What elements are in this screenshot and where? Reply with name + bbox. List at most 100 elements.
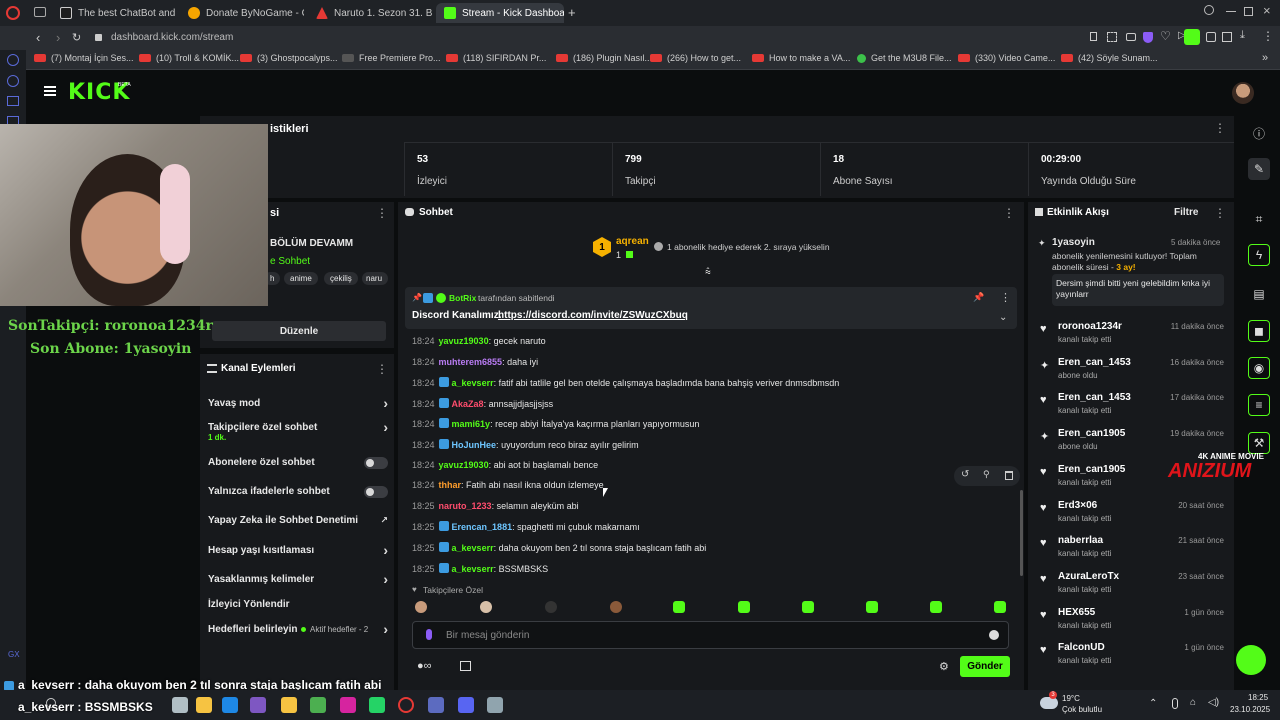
back-icon[interactable]: ‹ — [36, 30, 40, 45]
tab-naruto[interactable]: Naruto 1. Sezon 31. Bölüm — [308, 3, 432, 23]
channel-action-item[interactable]: Takipçilere özel sohbet 1 dk. › — [208, 419, 388, 442]
volume-icon[interactable]: ◁) — [1208, 697, 1219, 708]
points-icon[interactable]: ●∞ — [417, 660, 432, 672]
activity-event-user[interactable]: FalconUD — [1058, 642, 1105, 653]
vpn-shield-icon[interactable] — [1143, 32, 1153, 43]
activity-event[interactable]: ♥ FalconUD kanalı takip etti 1 gün önce — [1040, 642, 1230, 672]
channel-action-item[interactable]: İzleyici Yönlendir — [208, 599, 388, 613]
steam-icon[interactable] — [487, 697, 503, 713]
pinned-menu-icon[interactable]: ⋮ — [1000, 291, 1011, 304]
message-username[interactable]: yavuz19030 — [439, 336, 489, 346]
activity-event-user[interactable]: Eren_can_1453 — [1058, 392, 1131, 403]
activity-event-user[interactable]: Eren_can1905 — [1058, 428, 1125, 439]
collapse-leaderboard-icon[interactable]: ⩯ — [705, 267, 711, 278]
chat-settings-icon[interactable]: ⚙ — [939, 660, 949, 673]
hamburger-menu-icon[interactable] — [44, 86, 56, 96]
activity-event[interactable]: ♥ Eren_can_1453 kanalı takip etti 17 dakika… — [1040, 392, 1230, 422]
bookmark-item[interactable]: Free Premiere Pro... — [342, 53, 441, 63]
message-username[interactable]: a_kevserr — [452, 543, 494, 553]
chat-message[interactable]: 18:24 yavuz19030: abi aot bi başlamalı be… — [412, 460, 598, 470]
leader-name[interactable]: aqrean — [616, 236, 649, 247]
activity-event-user[interactable]: HEX655 — [1058, 607, 1095, 618]
pinned-link[interactable]: https://discord.com/invite/ZSWuzCXbuq — [498, 310, 688, 321]
close-window-icon[interactable]: × — [1263, 3, 1271, 18]
message-username[interactable]: thhar — [439, 480, 462, 490]
copilot-icon[interactable] — [250, 697, 266, 713]
expand-pinned-icon[interactable]: ⌄ — [999, 312, 1007, 323]
message-username[interactable]: a_kevserr — [452, 378, 494, 388]
tray-chevron-icon[interactable]: ⌃ — [1149, 698, 1157, 709]
stream-category[interactable]: e Sohbet — [270, 256, 310, 267]
tab-grid-icon[interactable] — [34, 7, 46, 17]
bookmark-item[interactable]: (7) Montaj İçin Ses... — [34, 53, 134, 63]
microphone-tray-icon[interactable] — [1172, 698, 1178, 709]
stats-menu-icon[interactable]: ⋮ — [1214, 121, 1226, 135]
channel-action-item[interactable]: Hedefleri belirleyin Aktif hedefler - 2 › — [208, 621, 388, 638]
activity-event-user[interactable]: naberrlaa — [1058, 535, 1103, 546]
minimize-icon[interactable] — [1226, 11, 1236, 12]
message-username[interactable]: Erencan_1881 — [452, 522, 513, 532]
bookmark-item[interactable]: (42) Söyle Sunam... — [1061, 53, 1158, 63]
message-username[interactable]: muhterem6855 — [439, 357, 503, 367]
chat-menu-icon[interactable]: ⋮ — [1003, 206, 1015, 220]
follower-avatar[interactable] — [545, 601, 557, 613]
bookmark-item[interactable]: How to make a VA... — [752, 53, 850, 63]
delete-message-icon[interactable] — [1005, 471, 1013, 480]
avatar[interactable] — [1232, 82, 1254, 104]
tab-kick-dashboard[interactable]: Stream - Kick Dashboard — [436, 3, 564, 23]
more-menu-icon[interactable]: ⋮ — [1262, 29, 1274, 43]
channel-action-item[interactable]: Yalnızca ifadelerle sohbet — [208, 486, 388, 500]
extensions-icon[interactable] — [1206, 32, 1216, 42]
activity-event[interactable]: ♥ AzuraLeroTx kanalı takip etti 23 saat önc… — [1040, 571, 1230, 601]
bookmark-icon[interactable] — [1090, 32, 1097, 41]
discord-icon[interactable] — [458, 697, 474, 713]
first-event-user[interactable]: 1yasoyin — [1052, 237, 1095, 248]
opera-gx-icon[interactable] — [398, 697, 414, 713]
reload-icon[interactable]: ↻ — [72, 31, 81, 44]
bookmark-item[interactable]: (118) SIFIRDAN Pr... — [446, 53, 546, 63]
edit-stream-button[interactable]: Düzenle — [212, 321, 386, 341]
activity-filter[interactable]: Filtre — [1174, 207, 1198, 218]
activity-event-user[interactable]: Erd3×06 — [1058, 500, 1097, 511]
message-username[interactable]: yavuz19030 — [439, 460, 489, 470]
follower-avatar[interactable] — [673, 601, 685, 613]
heart-icon[interactable]: ♡ — [1160, 29, 1171, 43]
message-username[interactable]: AkaZa8 — [452, 399, 484, 409]
document-icon[interactable]: ▤ — [1248, 283, 1270, 305]
follower-avatar[interactable] — [930, 601, 942, 613]
edit-icon[interactable]: ✎ — [1248, 158, 1270, 180]
opera-menu-icon[interactable] — [6, 6, 20, 20]
activity-event[interactable]: ✦ Eren_can_1453 abone oldu 16 dakika önce — [1040, 357, 1230, 387]
mic-icon[interactable] — [426, 629, 432, 640]
chat-message[interactable]: 18:24 yavuz19030: gecek naruto — [412, 336, 546, 346]
network-app-icon[interactable] — [428, 697, 444, 713]
camera-icon[interactable] — [1126, 33, 1136, 41]
message-username[interactable]: HoJunHee — [452, 440, 497, 450]
follower-avatar[interactable] — [415, 601, 427, 613]
tab-chatbot[interactable]: The best ChatBot and Wi — [52, 3, 176, 23]
follower-avatar[interactable] — [480, 601, 492, 613]
activity-event[interactable]: ♥ naberrlaa kanalı takip etti 21 saat önce — [1040, 535, 1230, 565]
activity-event-user[interactable]: Eren_can_1453 — [1058, 357, 1131, 368]
bookmark-item[interactable]: (10) Troll & KOMİK... — [139, 53, 239, 63]
activity-event[interactable]: ♥ roronoa1234r kanalı takip etti 11 dakika … — [1040, 321, 1230, 351]
taskview-icon[interactable] — [172, 697, 188, 713]
message-username[interactable]: naruto_1233 — [439, 501, 492, 511]
network-icon[interactable]: ⌂ — [1190, 697, 1196, 708]
follower-avatar[interactable] — [866, 601, 878, 613]
clock-date[interactable]: 23.10.2025 — [1230, 705, 1270, 714]
chat-message[interactable]: 18:25 naruto_1233: selamın aleyküm abi — [412, 501, 579, 511]
chat-message[interactable]: 18:24 a_kevserr: fatif abi tatlile gel be… — [412, 377, 839, 388]
window-icon[interactable] — [7, 96, 19, 106]
activity-event-user[interactable]: Eren_can1905 — [1058, 464, 1125, 475]
chat-message[interactable]: 18:24 HoJunHee: uyuyordum reco biraz ayıl… — [412, 439, 639, 450]
whatsapp-icon[interactable] — [369, 697, 385, 713]
follower-avatar[interactable] — [610, 601, 622, 613]
wrench-icon[interactable]: ⚒ — [1248, 432, 1270, 454]
follower-avatar[interactable] — [802, 601, 814, 613]
support-chat-icon[interactable] — [1236, 645, 1266, 675]
activity-event[interactable]: ♥ HEX655 kanalı takip etti 1 gün önce — [1040, 607, 1230, 637]
follower-avatar[interactable] — [738, 601, 750, 613]
toggle-switch[interactable] — [364, 486, 388, 498]
sidebar-more-icon[interactable]: GX — [8, 650, 20, 659]
